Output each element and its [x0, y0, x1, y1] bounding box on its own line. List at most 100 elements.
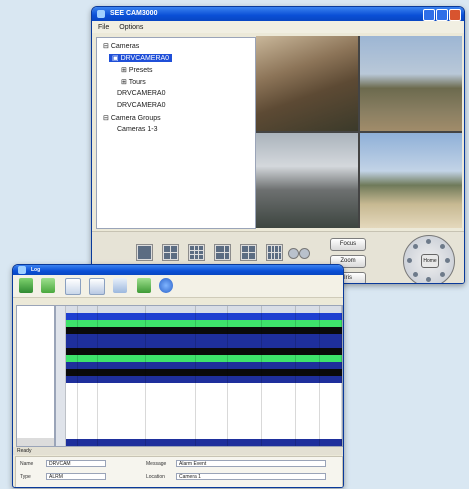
detail-message-label: Message — [146, 461, 167, 467]
table-row[interactable] — [56, 411, 342, 418]
table-cell — [56, 320, 66, 327]
video-tile[interactable] — [256, 133, 358, 228]
document-icon[interactable] — [65, 278, 81, 295]
table-cell — [78, 404, 98, 411]
table-cell — [320, 313, 342, 320]
table-row[interactable] — [56, 418, 342, 425]
table-row[interactable] — [56, 320, 342, 327]
close-icon[interactable] — [449, 9, 461, 21]
minimize-icon[interactable] — [423, 9, 435, 21]
table-cell — [66, 362, 78, 369]
camera-tree[interactable]: ⊟ Cameras ▣ DRVCAMERA0 ⊞ Presets ⊞ Tours… — [96, 37, 256, 229]
detail-type-field[interactable]: ALRM — [46, 473, 106, 480]
layout-1plus5-icon[interactable] — [214, 244, 231, 261]
table-cell — [296, 376, 320, 383]
tree-node-camera[interactable]: DRVCAMERA0 — [117, 102, 166, 109]
print-icon[interactable] — [113, 278, 127, 293]
pan-down-left-icon[interactable] — [413, 272, 418, 277]
layout-4x4-icon[interactable] — [266, 244, 283, 261]
table-cell — [98, 439, 146, 446]
search-icon[interactable] — [89, 278, 105, 295]
video-tile[interactable] — [360, 36, 462, 131]
table-row[interactable] — [56, 348, 342, 355]
log-window-titlebar[interactable]: Log — [13, 265, 343, 275]
table-cell — [296, 355, 320, 362]
table-cell — [56, 418, 66, 425]
camera-menubar: File Options — [92, 21, 464, 33]
pan-up-icon[interactable] — [426, 239, 431, 244]
table-cell — [228, 383, 262, 390]
menu-options[interactable]: Options — [119, 24, 143, 31]
table-row[interactable] — [56, 376, 342, 383]
pan-right-icon[interactable] — [445, 258, 450, 263]
table-row[interactable] — [56, 397, 342, 404]
table-cell — [66, 383, 78, 390]
tree-node-presets[interactable]: ⊞ Presets — [121, 66, 153, 74]
table-cell — [320, 306, 342, 313]
table-row[interactable] — [56, 369, 342, 376]
table-row[interactable] — [56, 404, 342, 411]
table-cell — [262, 418, 296, 425]
tree-node-camera-selected[interactable]: ▣ DRVCAMERA0 — [109, 54, 173, 62]
table-cell — [56, 341, 66, 348]
home-icon[interactable] — [19, 278, 33, 293]
table-row[interactable] — [56, 390, 342, 397]
video-tile[interactable] — [360, 133, 462, 228]
layout-3x3-icon[interactable] — [188, 244, 205, 261]
menu-file[interactable]: File — [98, 24, 109, 31]
record-icon[interactable] — [288, 248, 299, 259]
table-row[interactable] — [56, 355, 342, 362]
pan-up-left-icon[interactable] — [413, 244, 418, 249]
tree-node-tours[interactable]: ⊞ Tours — [121, 78, 146, 86]
table-header-row[interactable] — [56, 306, 342, 313]
refresh-icon[interactable] — [41, 278, 55, 293]
table-row[interactable] — [56, 383, 342, 390]
table-cell — [228, 348, 262, 355]
table-cell — [296, 411, 320, 418]
help-icon[interactable] — [159, 278, 173, 293]
table-cell — [56, 425, 66, 432]
log-left-pane[interactable] — [16, 305, 55, 447]
detail-name-field[interactable]: DRVCAM — [46, 460, 106, 467]
pan-up-right-icon[interactable] — [440, 244, 445, 249]
video-grid[interactable] — [256, 36, 462, 228]
tree-node-group[interactable]: Cameras 1-3 — [117, 126, 157, 133]
snapshot-icon[interactable] — [299, 248, 310, 259]
export-icon[interactable] — [137, 278, 151, 293]
table-cell — [196, 425, 228, 432]
table-cell — [66, 327, 78, 334]
table-cell — [78, 397, 98, 404]
table-row[interactable] — [56, 313, 342, 320]
tree-node-camera[interactable]: DRVCAMERA0 — [117, 90, 166, 97]
detail-message-field[interactable]: Alarm Event — [176, 460, 326, 467]
tree-node-cameras[interactable]: ⊟ Cameras — [103, 42, 139, 50]
pan-down-right-icon[interactable] — [440, 272, 445, 277]
focus-button[interactable]: Focus — [330, 238, 366, 251]
table-row[interactable] — [56, 432, 342, 439]
detail-location-field[interactable]: Camera 1 — [176, 473, 326, 480]
table-cell — [66, 313, 78, 320]
table-cell — [196, 404, 228, 411]
layout-2x2-icon[interactable] — [162, 244, 179, 261]
layout-1x1-icon[interactable] — [136, 244, 153, 261]
table-row[interactable] — [56, 341, 342, 348]
table-row[interactable] — [56, 439, 342, 446]
table-cell — [228, 439, 262, 446]
log-window: Log Ready Name DRVCAM Type ALRM Message … — [12, 264, 344, 488]
video-tile[interactable] — [256, 36, 358, 131]
pan-left-icon[interactable] — [407, 258, 412, 263]
layout-quad-icon[interactable] — [240, 244, 257, 261]
camera-window-titlebar[interactable]: SEE CAM3000 — [92, 7, 464, 21]
table-row[interactable] — [56, 327, 342, 334]
maximize-icon[interactable] — [436, 9, 448, 21]
tree-node-camera-groups[interactable]: ⊟ Camera Groups — [103, 114, 161, 122]
ptz-home-button[interactable]: Home — [421, 254, 439, 268]
table-cell — [78, 306, 98, 313]
left-pane-button[interactable] — [17, 438, 54, 446]
ptz-joystick[interactable]: Home — [403, 235, 455, 283]
table-row[interactable] — [56, 362, 342, 369]
table-row[interactable] — [56, 334, 342, 341]
log-grid[interactable] — [55, 305, 343, 447]
table-row[interactable] — [56, 425, 342, 432]
pan-down-icon[interactable] — [426, 277, 431, 282]
